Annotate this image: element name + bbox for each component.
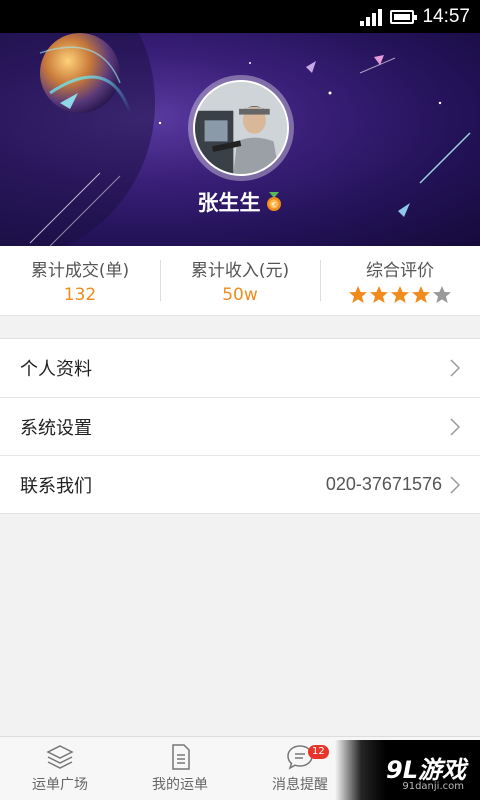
stat-orders-value: 132	[63, 285, 97, 305]
status-bar: 14:57	[0, 0, 480, 33]
avatar-frame[interactable]	[188, 75, 294, 181]
stat-orders: 累计成交(单) 132	[0, 246, 160, 315]
menu-item-label: 个人资料	[20, 359, 92, 380]
tab-order-square[interactable]: 运单广场	[0, 737, 120, 800]
document-icon	[172, 744, 190, 770]
chevron-right-icon	[450, 359, 460, 377]
message-count-badge: 12	[308, 745, 329, 759]
contact-phone: 020-37671576	[325, 474, 442, 494]
svg-text:€: €	[271, 201, 275, 209]
stat-rating: 综合评价	[320, 246, 480, 315]
tab-label: 运单广场	[32, 777, 88, 793]
menu-item-contact[interactable]: 联系我们 020-37671576	[0, 455, 480, 513]
tab-label: 我的运单	[152, 777, 208, 793]
stat-income-label: 累计收入(元)	[190, 261, 290, 281]
chevron-right-icon	[450, 475, 460, 494]
battery-icon	[390, 9, 418, 24]
stat-income-value: 50w	[222, 285, 258, 305]
driver-photo	[195, 82, 287, 174]
status-time: 14:57	[422, 5, 470, 27]
signal-icon	[360, 8, 383, 26]
star-filled-icon	[391, 286, 409, 303]
star-filled-icon	[370, 286, 388, 303]
profile-name-row: 张生生 €	[0, 187, 480, 217]
star-filled-icon	[412, 286, 430, 303]
stats-panel: 累计成交(单) 132 累计收入(元) 50w 综合评价	[0, 246, 480, 316]
menu-item-label: 系统设置	[20, 417, 92, 439]
menu-item-profile[interactable]: 个人资料	[0, 339, 480, 397]
star-empty-icon	[433, 286, 451, 303]
stat-income: 累计收入(元) 50w	[160, 246, 320, 315]
stat-rating-label: 综合评价	[366, 261, 434, 281]
menu-item-label: 联系我们	[20, 475, 92, 497]
layers-icon	[46, 745, 74, 769]
tab-my-orders[interactable]: 我的运单	[120, 737, 240, 800]
medal-icon: €	[266, 192, 281, 211]
site-watermark: 9L游戏 91danji.com	[335, 740, 480, 800]
profile-header: 张生生 €	[0, 33, 480, 246]
watermark-site: 91danji.com	[402, 781, 464, 792]
star-filled-icon	[349, 286, 367, 303]
menu-item-settings[interactable]: 系统设置	[0, 397, 480, 455]
profile-name: 张生生	[197, 191, 261, 215]
avatar[interactable]	[193, 80, 289, 176]
stat-orders-label: 累计成交(单)	[30, 261, 130, 281]
settings-menu: 个人资料 系统设置 联系我们 020-37671576	[0, 338, 480, 514]
tab-label: 消息提醒	[272, 777, 328, 793]
watermark-logo: 9L游戏	[386, 756, 466, 784]
status-icons: 14:57	[360, 0, 470, 33]
rating-stars	[348, 285, 452, 305]
chevron-right-icon	[450, 417, 460, 436]
